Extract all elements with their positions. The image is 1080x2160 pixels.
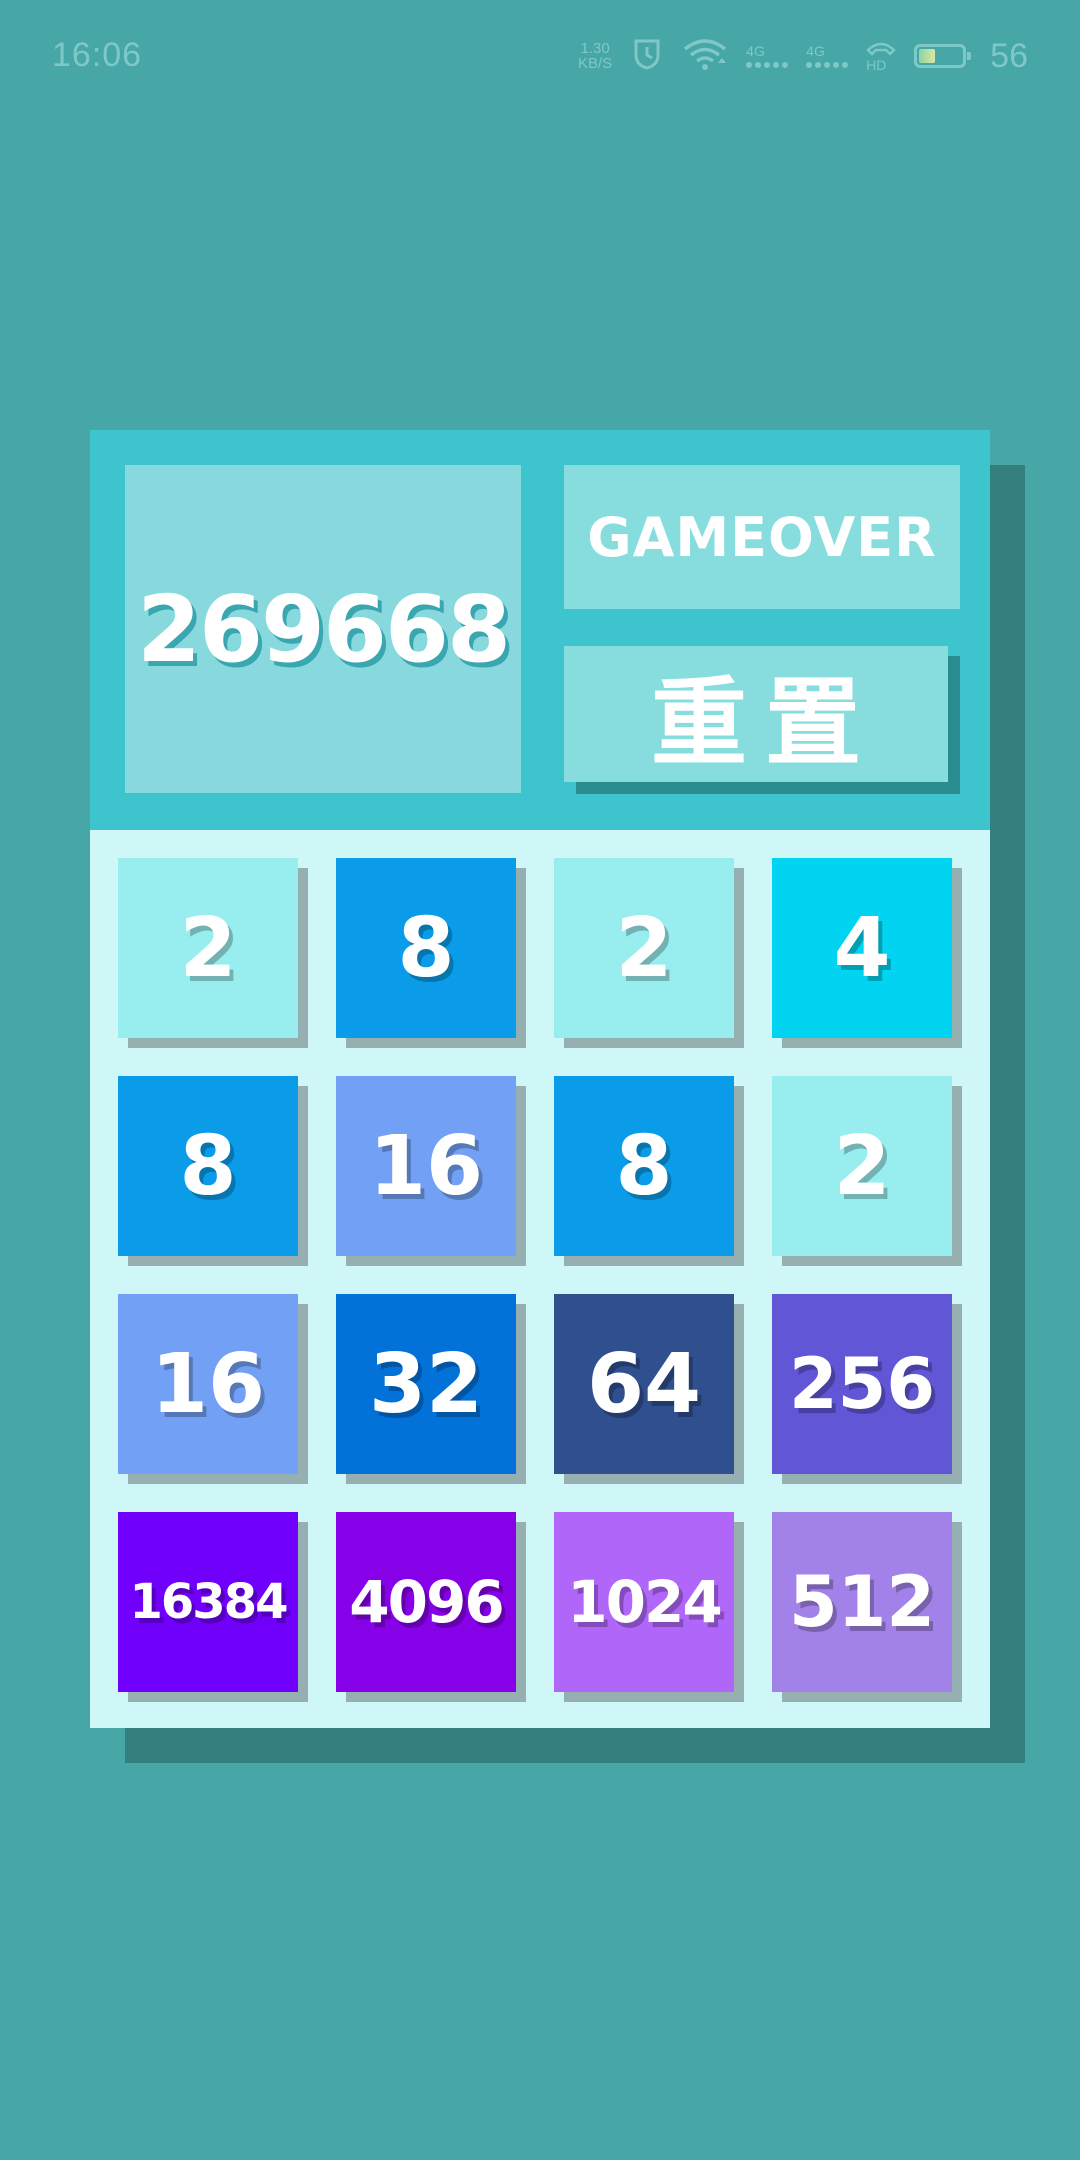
tile-value: 1024 <box>567 1568 722 1636</box>
battery-level: 56 <box>990 36 1028 75</box>
tile: 256 <box>772 1294 952 1474</box>
tile-value: 4 <box>833 900 891 996</box>
tile-value: 8 <box>397 900 455 996</box>
score-value: 269668 <box>136 575 511 683</box>
sim2-signal: 4G <box>806 43 849 68</box>
sim1-label: 4G <box>746 43 765 59</box>
network-speed-value: 1.30 <box>580 40 610 57</box>
tile-value: 16 <box>150 1336 266 1432</box>
hd-call-indicator: HD <box>866 40 896 72</box>
tile: 2 <box>118 858 298 1038</box>
tile-value: 64 <box>586 1336 702 1432</box>
signal-dots-icon <box>746 62 789 68</box>
tile-grid[interactable]: 2 8 2 4 8 16 8 2 16 32 64 256 16384 4096 1024 512 <box>90 830 990 1728</box>
battery-icon <box>914 44 972 68</box>
tile-value: 16 <box>368 1118 484 1214</box>
score-box: 269668 <box>125 465 521 793</box>
tile: 8 <box>554 1076 734 1256</box>
reset-button[interactable]: 重置 <box>564 646 948 782</box>
game-header: 269668 GAMEOVER 重置 <box>90 430 990 830</box>
tile-value: 8 <box>615 1118 673 1214</box>
tile-value: 16384 <box>129 1574 289 1630</box>
network-speed: 1.30 KB/S <box>578 41 612 71</box>
status-time: 16:06 <box>52 36 143 74</box>
tile: 64 <box>554 1294 734 1474</box>
status-bar: 16:06 1.30 KB/S 4G 4G HD 56 <box>0 0 1080 112</box>
tile: 2 <box>772 1076 952 1256</box>
tile: 32 <box>336 1294 516 1474</box>
game-status: GAMEOVER <box>587 505 937 569</box>
tile: 1024 <box>554 1512 734 1692</box>
tile-value: 4096 <box>349 1568 504 1636</box>
tile-value: 256 <box>788 1343 936 1425</box>
tile: 4096 <box>336 1512 516 1692</box>
tile: 4 <box>772 858 952 1038</box>
phone-icon <box>866 40 896 58</box>
tile-value: 2 <box>179 900 237 996</box>
alarm-icon <box>630 37 664 75</box>
tile: 512 <box>772 1512 952 1692</box>
game-status-box: GAMEOVER <box>564 465 960 609</box>
network-speed-unit: KB/S <box>577 55 613 72</box>
tile-value: 32 <box>368 1336 484 1432</box>
hd-label: HD <box>866 57 887 73</box>
wifi-icon <box>682 37 728 75</box>
signal-dots-icon <box>806 62 849 68</box>
tile: 8 <box>118 1076 298 1256</box>
tile-value: 2 <box>833 1118 891 1214</box>
tile: 8 <box>336 858 516 1038</box>
game-board: 269668 GAMEOVER 重置 2 8 2 4 8 16 8 2 16 32 64 256 163… <box>90 430 990 1728</box>
tile: 16384 <box>118 1512 298 1692</box>
reset-button-label: 重置 <box>651 666 879 779</box>
tile-value: 8 <box>179 1118 237 1214</box>
sim2-label: 4G <box>806 43 825 59</box>
tile: 2 <box>554 858 734 1038</box>
tile-value: 512 <box>788 1561 936 1643</box>
tile-value: 2 <box>615 900 673 996</box>
tile: 16 <box>336 1076 516 1256</box>
status-icons: 1.30 KB/S 4G 4G HD 56 <box>578 34 1028 78</box>
tile: 16 <box>118 1294 298 1474</box>
sim1-signal: 4G <box>746 43 789 68</box>
